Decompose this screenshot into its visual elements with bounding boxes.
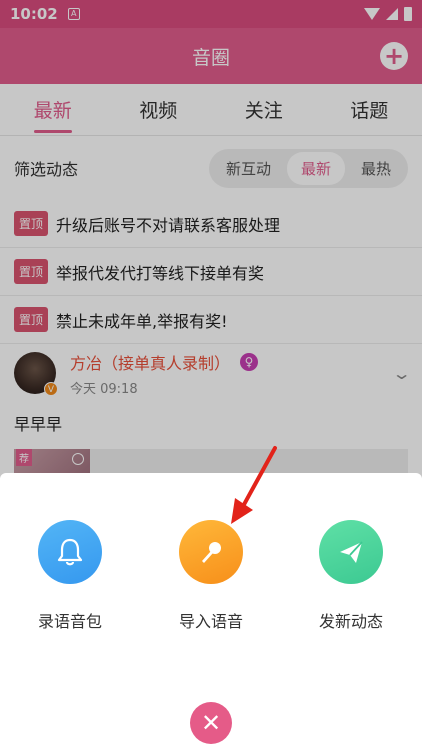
import-voice-action[interactable]: 导入语音 [151,520,271,632]
action-label: 导入语音 [178,612,243,631]
paper-plane-icon[interactable] [319,520,383,584]
new-post-action[interactable]: 发新动态 [291,520,411,632]
close-button[interactable]: ✕ [190,702,232,744]
record-voice-pack-action[interactable]: 录语音包 [10,520,130,632]
action-label: 录语音包 [37,612,102,631]
annotation-arrow-icon [231,446,277,524]
bell-icon[interactable] [38,520,102,584]
action-label: 发新动态 [318,612,383,631]
